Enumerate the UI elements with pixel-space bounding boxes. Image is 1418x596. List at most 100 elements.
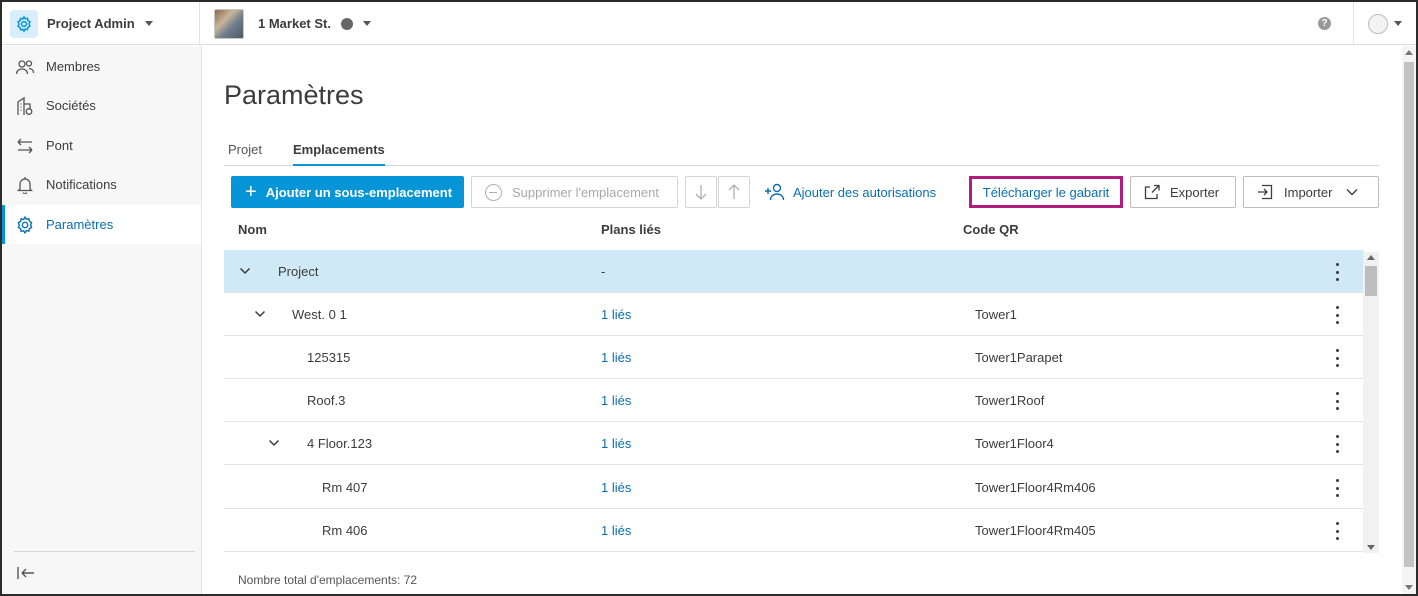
- chevron-down-icon: [144, 21, 153, 26]
- arrow-up-icon: [728, 184, 740, 199]
- chevron-down-icon: [1346, 189, 1358, 196]
- location-name: Project: [278, 264, 319, 279]
- sidebar-item-companies[interactable]: Sociétés: [2, 86, 201, 125]
- linked-plans-link[interactable]: 1 liés: [601, 436, 631, 451]
- sidebar-item-label: Membres: [46, 59, 101, 74]
- scroll-thumb[interactable]: [1365, 266, 1377, 296]
- page-title: Paramètres: [224, 80, 364, 110]
- project-switcher[interactable]: 1 Market St.: [214, 2, 371, 45]
- gear-icon: [14, 214, 36, 236]
- more-options-icon[interactable]: [1331, 392, 1343, 410]
- linked-plans-link[interactable]: 1 liés: [601, 350, 631, 365]
- project-name: 1 Market St.: [258, 16, 331, 31]
- minus-circle-icon: [485, 183, 502, 201]
- table-row[interactable]: West. 0 1 1 liés Tower1: [224, 293, 1364, 336]
- scroll-thumb[interactable]: [1404, 62, 1414, 567]
- more-options-icon[interactable]: [1331, 349, 1343, 367]
- page-scrollbar[interactable]: [1402, 46, 1416, 594]
- location-name: 125315: [307, 350, 351, 365]
- arrow-down-icon: [695, 185, 707, 200]
- sidebar-item-bridge[interactable]: Pont: [2, 126, 201, 165]
- help-icon[interactable]: ?: [1318, 17, 1331, 30]
- scroll-up-icon[interactable]: [1405, 50, 1413, 55]
- move-up-button[interactable]: [718, 176, 750, 208]
- scroll-down-icon[interactable]: [1367, 545, 1375, 550]
- companies-icon: [14, 95, 36, 117]
- scroll-up-icon[interactable]: [1367, 255, 1375, 260]
- more-options-icon[interactable]: [1331, 435, 1343, 453]
- total-locations-count: Nombre total d'emplacements: 72: [238, 573, 418, 587]
- globe-icon: [340, 17, 353, 30]
- qr-code: Tower1Floor4Rm406: [975, 480, 1096, 495]
- sidebar-item-settings[interactable]: Paramètres: [2, 205, 201, 244]
- chevron-down-icon: [362, 21, 371, 26]
- qr-code: Tower1Floor4: [975, 436, 1054, 451]
- app-window: Project Admin 1 Market St. ? Membres Soc…: [0, 0, 1418, 596]
- table-row[interactable]: Rm 406 1 liés Tower1Floor4Rm405: [224, 509, 1364, 552]
- chevron-down-icon[interactable]: [254, 308, 266, 320]
- locations-table: Project - West. 0 1 1 liés Tower1 125315…: [224, 250, 1379, 553]
- export-label: Exporter: [1170, 184, 1220, 200]
- collapse-sidebar-icon[interactable]: [16, 564, 38, 582]
- table-row[interactable]: 125315 1 liés Tower1Parapet: [224, 336, 1364, 379]
- more-options-icon[interactable]: [1331, 263, 1343, 281]
- import-icon: [1258, 184, 1273, 200]
- qr-code: Tower1Floor4Rm405: [975, 523, 1096, 538]
- linked-plans-link[interactable]: 1 liés: [601, 523, 631, 538]
- location-name: West. 0 1: [292, 307, 347, 322]
- delete-location-label: Supprimer l'emplacement: [512, 184, 659, 200]
- delete-location-button[interactable]: Supprimer l'emplacement: [471, 176, 678, 208]
- location-name: Rm 407: [322, 480, 368, 495]
- add-sublocation-label: Ajouter un sous-emplacement: [265, 184, 453, 200]
- table-row[interactable]: Rm 407 1 liés Tower1Floor4Rm406: [224, 466, 1364, 509]
- sidebar-divider: [14, 551, 195, 552]
- move-down-button[interactable]: [685, 176, 717, 208]
- download-template-button[interactable]: Télécharger le gabarit: [969, 176, 1123, 208]
- sidebar-item-label: Pont: [46, 138, 73, 153]
- import-button[interactable]: Importer: [1243, 176, 1379, 208]
- sidebar-item-members[interactable]: Membres: [2, 47, 201, 86]
- column-header-plans[interactable]: Plans liés: [601, 222, 661, 237]
- location-name: 4 Floor.123: [307, 436, 373, 451]
- sidebar-item-label: Notifications: [46, 177, 117, 192]
- members-icon: [14, 56, 36, 78]
- more-options-icon[interactable]: [1331, 479, 1343, 497]
- linked-plans: -: [601, 264, 606, 279]
- tab-project[interactable]: Projet: [228, 142, 262, 164]
- column-header-qr[interactable]: Code QR: [963, 222, 1019, 237]
- main-content: Paramètres Projet Emplacements + Ajouter…: [202, 46, 1416, 594]
- location-name: Roof.3: [307, 393, 346, 408]
- avatar: [1368, 13, 1388, 34]
- chevron-down-icon[interactable]: [268, 437, 280, 449]
- tab-bar: Projet Emplacements: [224, 136, 1379, 166]
- sidebar-item-notifications[interactable]: Notifications: [2, 165, 201, 204]
- more-options-icon[interactable]: [1331, 306, 1343, 324]
- toolbar: + Ajouter un sous-emplacement Supprimer …: [231, 176, 1381, 208]
- table-row[interactable]: Project -: [224, 250, 1364, 293]
- tab-locations[interactable]: Emplacements: [293, 142, 385, 166]
- export-button[interactable]: Exporter: [1130, 176, 1236, 208]
- sidebar-item-label: Sociétés: [46, 98, 96, 113]
- column-header-name[interactable]: Nom: [238, 222, 267, 237]
- bridge-icon: [14, 135, 36, 157]
- qr-code: Tower1Parapet: [975, 350, 1063, 365]
- add-permissions-label: Ajouter des autorisations: [793, 184, 937, 200]
- chevron-down-icon[interactable]: [239, 265, 251, 277]
- add-permissions-button[interactable]: Ajouter des autorisations: [758, 176, 942, 208]
- scroll-down-icon[interactable]: [1405, 585, 1413, 590]
- table-row[interactable]: Roof.3 1 liés Tower1Roof: [224, 379, 1364, 422]
- import-label: Importer: [1284, 184, 1333, 200]
- linked-plans-link[interactable]: 1 liés: [601, 480, 631, 495]
- table-row[interactable]: 4 Floor.123 1 liés Tower1Floor4: [224, 422, 1364, 465]
- linked-plans-link[interactable]: 1 liés: [601, 307, 631, 322]
- more-options-icon[interactable]: [1331, 522, 1343, 540]
- chevron-down-icon: [1394, 21, 1402, 26]
- table-scrollbar[interactable]: [1363, 252, 1379, 553]
- add-sublocation-button[interactable]: + Ajouter un sous-emplacement: [231, 176, 464, 208]
- app-title: Project Admin: [47, 16, 135, 31]
- qr-code: Tower1Roof: [975, 393, 1045, 408]
- user-menu[interactable]: [1353, 2, 1416, 45]
- linked-plans-link[interactable]: 1 liés: [601, 393, 631, 408]
- export-icon: [1144, 184, 1160, 200]
- app-switcher[interactable]: Project Admin: [2, 2, 200, 45]
